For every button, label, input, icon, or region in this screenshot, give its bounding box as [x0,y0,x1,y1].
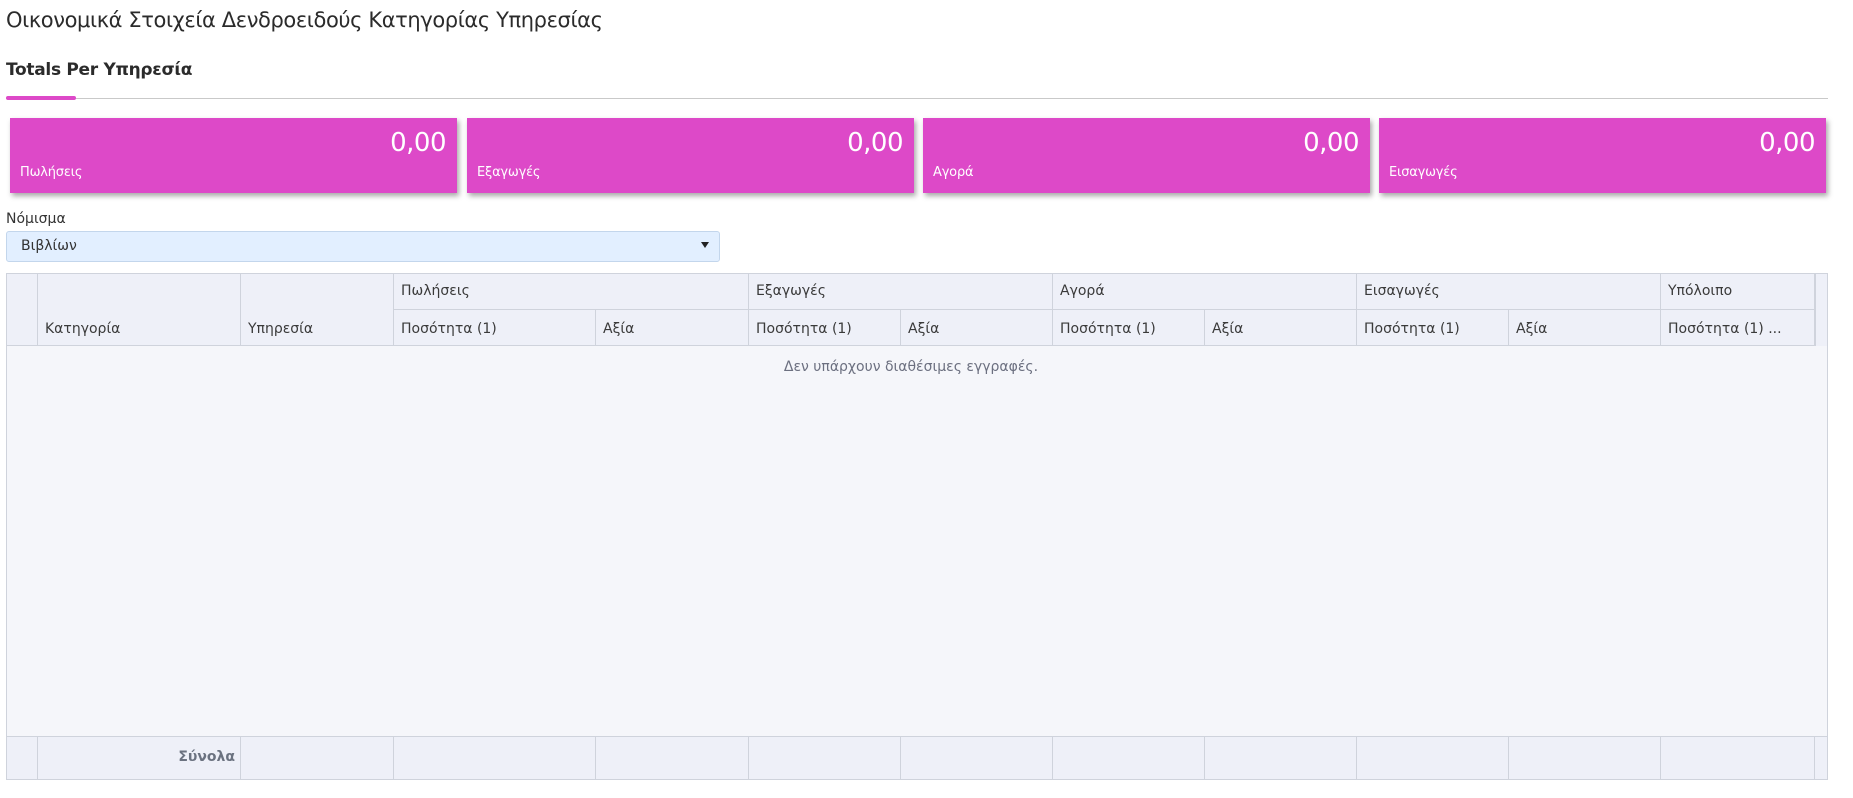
column-header-imports-quantity[interactable]: Ποσότητα (1) [1357,310,1509,346]
column-header-category[interactable]: Κατηγορία [38,274,241,346]
column-group-purchases: Αγορά [1053,274,1357,310]
column-header-balance-quantity[interactable]: Ποσότητα (1) ... [1661,310,1815,346]
column-header-sales-quantity[interactable]: Ποσότητα (1) [394,310,596,346]
currency-select[interactable]: Βιβλίων [6,231,720,262]
card-sales: 0,00 Πωλήσεις [10,118,457,193]
grid-scrollbar-header [1815,274,1827,346]
column-group-balance: Υπόλοιπο [1661,274,1815,310]
footer-cell [1357,736,1509,779]
column-group-sales: Πωλήσεις [394,274,749,310]
footer-cell [901,736,1053,779]
column-header-exports-quantity[interactable]: Ποσότητα (1) [749,310,901,346]
footer-cell [1661,736,1815,779]
chevron-down-icon [701,242,709,248]
card-imports: 0,00 Εισαγωγές [1379,118,1826,193]
card-label: Αγορά [933,165,974,180]
footer-cell [596,736,749,779]
data-grid: Κατηγορία Υπηρεσία Πωλήσεις Ποσότητα (1)… [6,273,1828,780]
footer-cell [394,736,596,779]
card-exports: 0,00 Εξαγωγές [467,118,914,193]
card-label: Εισαγωγές [1389,165,1458,180]
footer-cell [1815,736,1827,779]
footer-cell [1053,736,1205,779]
footer-totals-cell: Σύνολα [38,736,241,779]
card-label: Πωλήσεις [20,165,83,180]
card-value: 0,00 [1303,128,1359,158]
active-tab-indicator [6,96,76,100]
currency-label: Νόμισμα [6,211,66,227]
footer-cell [1509,736,1661,779]
column-header-service[interactable]: Υπηρεσία [241,274,394,346]
footer-cell [7,736,38,779]
card-purchases: 0,00 Αγορά [923,118,1370,193]
column-header-exports-value[interactable]: Αξία [901,310,1053,346]
card-label: Εξαγωγές [477,165,541,180]
card-value: 0,00 [390,128,446,158]
tab-bar: Totals Per Υπηρεσία [6,58,1828,100]
column-header-purchases-value[interactable]: Αξία [1205,310,1357,346]
tab-totals-per-service[interactable]: Totals Per Υπηρεσία [6,60,192,80]
footer-cell [241,736,394,779]
column-header-purchases-quantity[interactable]: Ποσότητα (1) [1053,310,1205,346]
page-title: Οικονομικά Στοιχεία Δενδροειδούς Κατηγορ… [6,8,603,32]
grid-expand-column-header [7,274,38,346]
footer-cell [1205,736,1357,779]
footer-cell [749,736,901,779]
card-value: 0,00 [847,128,903,158]
column-group-imports: Εισαγωγές [1357,274,1661,310]
currency-selected-value: Βιβλίων [21,238,77,254]
footer-totals-label: Σύνολα [178,749,235,765]
card-value: 0,00 [1759,128,1815,158]
column-header-sales-value[interactable]: Αξία [596,310,749,346]
column-group-exports: Εξαγωγές [749,274,1053,310]
column-header-imports-value[interactable]: Αξία [1509,310,1661,346]
empty-message: Δεν υπάρχουν διαθέσιμες εγγραφές. [783,359,1039,375]
